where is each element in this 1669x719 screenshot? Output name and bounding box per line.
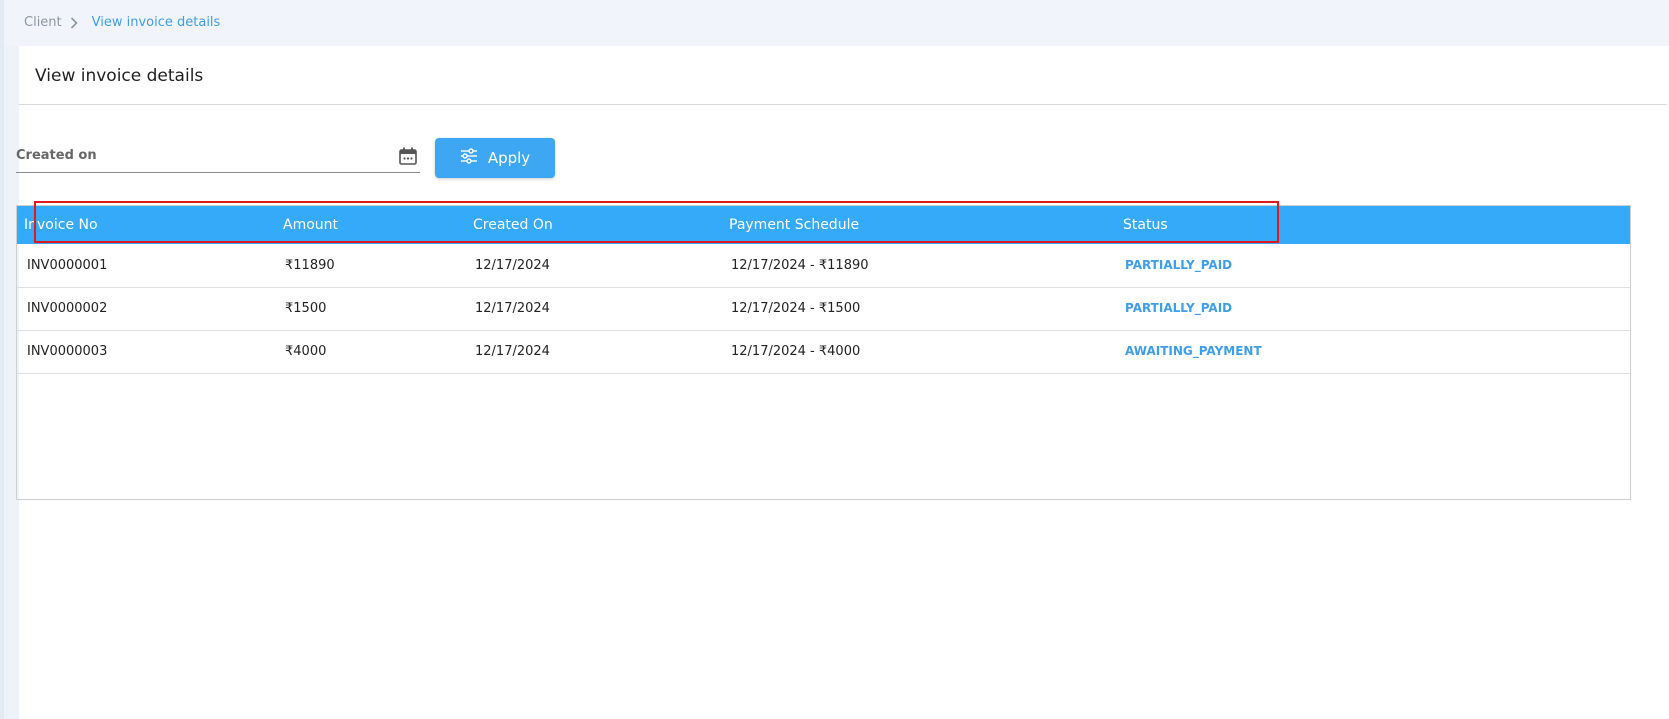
cell-created-on: 12/17/2024 [475,258,550,273]
cell-amount: ₹4000 [285,344,327,359]
status-badge[interactable]: PARTIALLY_PAID [1125,258,1232,272]
cell-payment-schedule: 12/17/2024 - ₹11890 [731,258,869,273]
status-badge[interactable]: AWAITING_PAYMENT [1125,344,1262,358]
cell-amount: ₹1500 [285,301,327,316]
table-header: Invoice No Amount Created On Payment Sch… [17,206,1630,244]
column-header-amount[interactable]: Amount [283,217,338,233]
created-on-date-field[interactable]: Created on [16,136,420,173]
column-header-payment-schedule[interactable]: Payment Schedule [729,217,859,233]
table-row[interactable]: INV0000002 ₹1500 12/17/2024 12/17/2024 -… [17,287,1630,331]
apply-label: Apply [487,149,531,167]
status-badge[interactable]: PARTIALLY_PAID [1125,301,1232,315]
left-sidebar-edge [0,0,4,719]
cell-payment-schedule: 12/17/2024 - ₹1500 [731,301,861,316]
invoice-table: Invoice No Amount Created On Payment Sch… [16,205,1631,500]
calendar-icon[interactable] [398,146,418,170]
sliders-icon [460,148,478,168]
cell-created-on: 12/17/2024 [475,301,550,316]
breadcrumb-client-link[interactable]: Client [24,15,62,30]
cell-payment-schedule: 12/17/2024 - ₹4000 [731,344,861,359]
chevron-right-icon [70,16,78,29]
table-row[interactable]: INV0000003 ₹4000 12/17/2024 12/17/2024 -… [17,330,1630,374]
table-row[interactable]: INV0000001 ₹11890 12/17/2024 12/17/2024 … [17,244,1630,288]
breadcrumb: Client View invoice details [24,15,220,30]
card-header: View invoice details [19,46,1667,105]
cell-invoice-no: INV0000003 [27,344,108,359]
cell-invoice-no: INV0000001 [27,258,108,273]
apply-button[interactable]: Apply [435,138,555,178]
column-header-created-on[interactable]: Created On [473,217,553,233]
column-header-invoice-no[interactable]: Invoice No [24,217,98,233]
cell-amount: ₹11890 [285,258,335,273]
created-on-label: Created on [16,148,97,163]
top-breadcrumb-bar: Client View invoice details [4,0,1669,46]
breadcrumb-current: View invoice details [91,15,221,30]
cell-created-on: 12/17/2024 [475,344,550,359]
cell-invoice-no: INV0000002 [27,301,108,316]
column-header-status[interactable]: Status [1123,217,1168,233]
page-title: View invoice details [35,66,204,86]
